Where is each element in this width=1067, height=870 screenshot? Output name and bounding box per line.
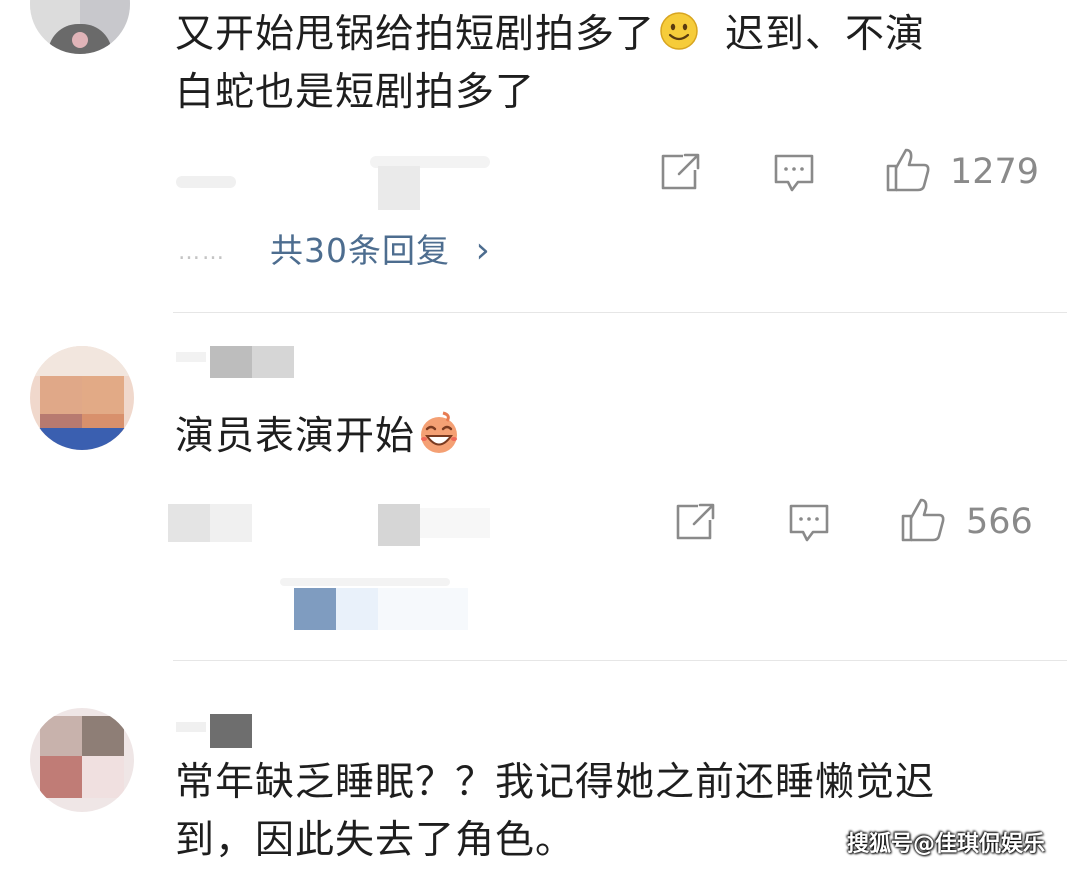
blurred-thumbnail bbox=[378, 504, 420, 546]
username-blur bbox=[252, 346, 294, 378]
view-replies-link[interactable]: 共30条回复 › bbox=[270, 226, 491, 276]
grin-emoji-icon bbox=[417, 409, 461, 457]
username-blur bbox=[210, 714, 252, 748]
watermark: 搜狐号@佳琪侃娱乐 bbox=[846, 832, 1045, 857]
comment-icon[interactable] bbox=[787, 502, 831, 548]
username-blur bbox=[176, 722, 206, 732]
thumbs-up-icon[interactable] bbox=[899, 496, 947, 548]
divider bbox=[173, 312, 1067, 313]
comment-text-line: 演员表演开始 bbox=[175, 414, 416, 459]
chevron-right-icon: › bbox=[475, 230, 491, 271]
comment-text-line1: 常年缺乏睡眠？？我记得她之前还睡懒觉迟 bbox=[175, 760, 936, 805]
comment-text-line1-tail: 迟到、不演 bbox=[725, 12, 926, 57]
avatar[interactable] bbox=[30, 708, 134, 812]
blurred-thumbnail bbox=[378, 166, 420, 210]
reply-preview-blur bbox=[378, 588, 468, 630]
reply-preview-blur bbox=[294, 588, 336, 630]
comment-meta-blur bbox=[420, 508, 490, 538]
ellipsis: …… bbox=[178, 240, 226, 265]
like-count: 1279 bbox=[950, 152, 1040, 192]
comment-text: 又开始甩锅给拍短剧拍多了 迟到、不演 白蛇也是短剧拍多了 bbox=[175, 6, 1055, 122]
smile-emoji-icon bbox=[659, 10, 699, 50]
avatar[interactable] bbox=[30, 346, 134, 450]
replies-label: 共30条回复 bbox=[270, 231, 450, 270]
share-icon[interactable] bbox=[674, 502, 716, 546]
comment-meta-blur bbox=[176, 176, 236, 188]
username-blur bbox=[176, 352, 206, 362]
divider bbox=[173, 660, 1067, 661]
comment-meta-blur bbox=[210, 504, 252, 542]
reply-preview-blur bbox=[336, 588, 378, 630]
comment-text: 演员表演开始 bbox=[175, 408, 1055, 466]
like-count: 566 bbox=[966, 502, 1033, 542]
comment-text-line2: 到，因此失去了角色。 bbox=[175, 818, 576, 863]
thumbs-up-icon[interactable] bbox=[884, 146, 932, 198]
avatar[interactable] bbox=[30, 0, 130, 54]
comment-icon[interactable] bbox=[772, 152, 816, 198]
share-icon[interactable] bbox=[659, 152, 701, 196]
reply-preview-blur bbox=[280, 578, 450, 586]
comment-meta-blur bbox=[168, 504, 210, 542]
username-blur bbox=[210, 346, 252, 378]
comment-text-line2: 白蛇也是短剧拍多了 bbox=[175, 70, 536, 115]
comment-text-line1: 又开始甩锅给拍短剧拍多了 bbox=[175, 12, 656, 57]
